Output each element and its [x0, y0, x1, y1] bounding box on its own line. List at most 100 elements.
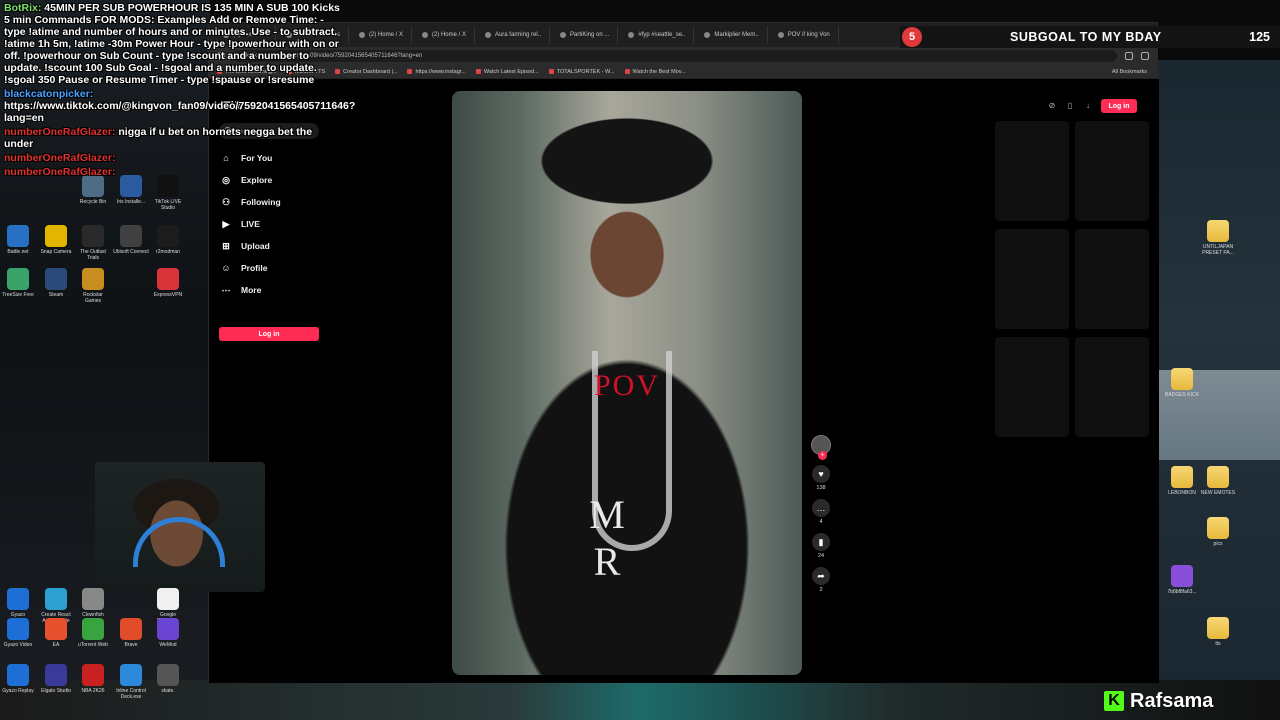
- sidebar-item-live[interactable]: ▶ LIVE: [221, 213, 331, 235]
- desktop-shortcut[interactable]: Ubisoft Connect: [113, 225, 149, 255]
- tab-favicon-icon: [358, 32, 365, 38]
- bookmark-icon[interactable]: ▮: [812, 533, 830, 551]
- tab-favicon-icon: [777, 32, 784, 38]
- app-icon: [82, 268, 104, 290]
- shortcut-label: Gyazo Video: [3, 642, 33, 648]
- streamer-name: Rafsama: [1130, 689, 1214, 712]
- shortcut-label: r2modman: [156, 249, 180, 255]
- desktop-shortcut[interactable]: Rockstar Games: [75, 268, 111, 304]
- shortcut-label: Inline Control Deck.exe: [116, 688, 146, 700]
- bookmark-item[interactable]: https://www.instagr...: [407, 69, 466, 75]
- desktop-shortcut[interactable]: WeMod: [150, 618, 186, 648]
- login-button-sidebar[interactable]: Log in: [219, 327, 319, 341]
- like-icon[interactable]: ♥: [812, 465, 830, 483]
- desktop-shortcut[interactable]: EA: [38, 618, 74, 648]
- chat-username: numberOneRafGlazer:: [4, 166, 116, 178]
- desktop-shortcut[interactable]: Gyazo Replay: [0, 664, 36, 694]
- chat-message: numberOneRafGlazer:: [4, 166, 344, 178]
- browser-tab[interactable]: (2) Home / X: [414, 26, 475, 44]
- coins-icon[interactable]: ⊘: [1047, 101, 1057, 111]
- desktop-shortcut[interactable]: r2modman: [150, 225, 186, 255]
- desktop-shortcut[interactable]: The Outlast Trials: [75, 225, 111, 261]
- desktop-shortcut[interactable]: Battle.net: [0, 225, 36, 255]
- bookmark-item[interactable]: TOTALSPORTEK - W...: [548, 69, 615, 75]
- placeholder-card: [995, 229, 1069, 329]
- tab-label: (2) Home / X: [368, 32, 403, 38]
- desktop-folder[interactable]: NEW EMOTES: [1200, 466, 1236, 496]
- sidebar-item-following[interactable]: ⚇ Following: [221, 191, 331, 213]
- browser-tab[interactable]: POV if king Von: [770, 26, 839, 44]
- plus-icon: ⊞: [222, 240, 230, 251]
- kick-logo-icon: K: [1104, 691, 1124, 711]
- desktop-shortcut[interactable]: ExpressVPN: [150, 268, 186, 298]
- login-button[interactable]: Log in: [1101, 99, 1137, 113]
- desktop-shortcut[interactable]: Gyazo: [0, 588, 36, 618]
- streamer-brand: K Rafsama: [1104, 688, 1213, 714]
- desktop-shortcut[interactable]: Clownfish: [75, 588, 111, 618]
- video-player[interactable]: POV M R: [452, 91, 802, 675]
- desktop-shortcut[interactable]: Snap Camera: [38, 225, 74, 255]
- more-icon: ⋯: [221, 284, 231, 295]
- desktop-folder[interactable]: 7b8bf8fa63...: [1164, 565, 1200, 595]
- share-icon[interactable]: ➦: [812, 567, 830, 585]
- shortcut-label: ExpressVPN: [153, 292, 183, 298]
- app-icon: [157, 664, 179, 686]
- phone-icon[interactable]: ▯: [1065, 101, 1075, 111]
- desktop-shortcut[interactable]: TikTok LIVE Studio: [150, 175, 186, 211]
- desktop-shortcut[interactable]: Gyazo Video: [0, 618, 36, 648]
- app-icon: [7, 588, 29, 610]
- desktop-shortcut[interactable]: skate.: [150, 664, 186, 694]
- browser-tab[interactable]: Markiplier Mem..: [696, 26, 768, 44]
- extensions-icon[interactable]: [1125, 52, 1133, 60]
- desktop-folder[interactable]: BADGES KICK: [1164, 368, 1200, 398]
- sidebar-item-profile[interactable]: ☺ Profile: [221, 257, 331, 279]
- sidebar-item-label: More: [241, 285, 262, 295]
- creator-avatar[interactable]: +: [811, 435, 831, 460]
- download-icon[interactable]: ↓: [1083, 101, 1093, 111]
- shortcut-label: Battle.net: [7, 249, 29, 255]
- chat-username: blackcatonpicker:: [4, 88, 94, 100]
- subgoal-count: 125: [1249, 30, 1270, 44]
- app-icon: [7, 618, 29, 640]
- app-icon: [7, 664, 29, 686]
- desktop-folder[interactable]: tts: [1200, 617, 1236, 647]
- desktop-folder[interactable]: LEBONBON: [1164, 466, 1200, 496]
- tab-label: #fyp #seattle_se..: [638, 32, 686, 38]
- tab-label: Aura farming rel..: [494, 32, 541, 38]
- browser-tab[interactable]: #fyp #seattle_se..: [620, 26, 695, 44]
- desktop-shortcut[interactable]: Brave: [113, 618, 149, 648]
- bookmark-label: Watch Latest Episod...: [483, 68, 539, 75]
- browser-tab[interactable]: (2) Home / X: [351, 26, 412, 44]
- menu-icon[interactable]: [1141, 52, 1149, 60]
- folder-label: tts: [1215, 641, 1221, 647]
- bookmark-item[interactable]: Watch the Best Mov...: [624, 68, 686, 75]
- folder-label: pics: [1213, 541, 1223, 547]
- desktop-shortcut[interactable]: TreeSize Free: [0, 268, 36, 298]
- desktop-shortcut[interactable]: Steam: [38, 268, 74, 298]
- shortcut-label: Gyazo Replay: [2, 688, 34, 694]
- bookmark-item[interactable]: Creator Dashboard |...: [335, 69, 397, 75]
- video-caption-overlay: POV: [593, 369, 660, 402]
- sidebar-item-more[interactable]: ⋯ More: [221, 279, 331, 301]
- bookmark-item[interactable]: Watch Latest Episod...: [475, 68, 539, 75]
- desktop-shortcut[interactable]: Elgato Studio: [38, 664, 74, 694]
- desktop-shortcut[interactable]: NBA 2K26: [75, 664, 111, 694]
- all-bookmarks[interactable]: All Bookmarks: [1112, 69, 1147, 75]
- bottom-scene: [0, 680, 1280, 720]
- browser-tab[interactable]: PartiKing on ...: [552, 26, 619, 44]
- sidebar-item-upload[interactable]: ⊞ Upload: [221, 235, 331, 257]
- comment-icon[interactable]: …: [812, 499, 830, 517]
- bookmark-favicon-icon: [407, 69, 413, 74]
- bookmark-label: Watch the Best Mov...: [632, 68, 686, 75]
- subgoal-badge: 5: [902, 27, 922, 47]
- desktop-shortcut[interactable]: uTorrent Web: [75, 618, 111, 648]
- tab-label: (2) Home / X: [431, 32, 466, 38]
- desktop-shortcut[interactable]: Inline Control Deck.exe: [113, 664, 149, 700]
- follow-plus-icon[interactable]: +: [818, 451, 827, 460]
- url-field[interactable]: tiktok.com/@kingvon_fan09/video/75920415…: [233, 50, 1117, 62]
- chat-username: numberOneRafGlazer:: [4, 126, 116, 138]
- browser-tab[interactable]: Aura farming rel..: [477, 26, 550, 44]
- save-count: 24: [817, 553, 825, 559]
- desktop-folder[interactable]: pics: [1200, 517, 1236, 547]
- desktop-folder[interactable]: UNTILJAPAN PRESET PA...: [1200, 220, 1236, 256]
